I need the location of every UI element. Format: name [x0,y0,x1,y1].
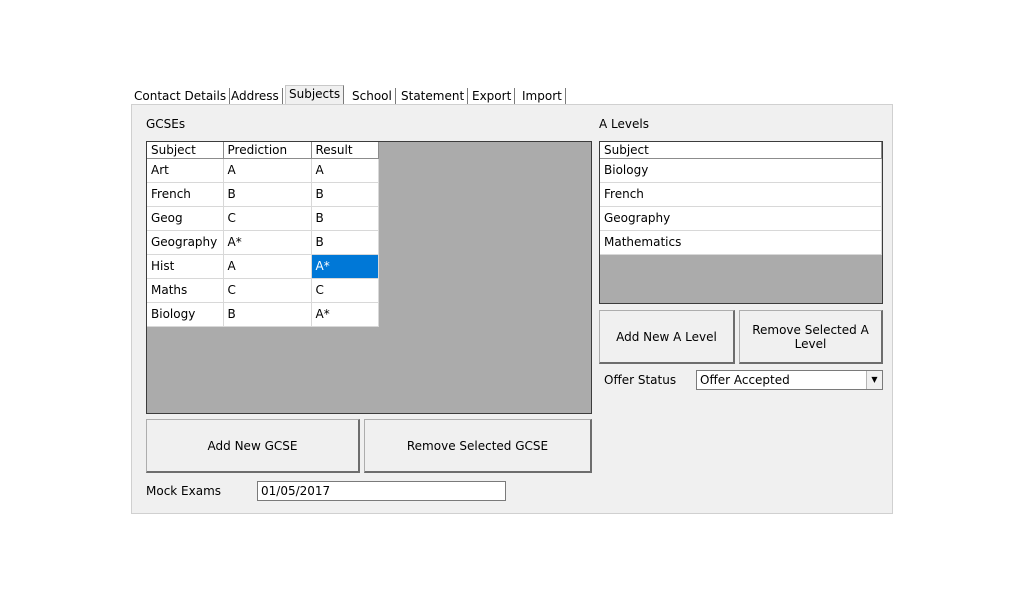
table-row[interactable]: Geography A* B [147,230,379,255]
gcse-cell-prediction[interactable]: C [223,206,312,231]
alevel-grid[interactable]: Subject Biology French Geography Mathema… [599,141,883,304]
table-row[interactable]: French B B [147,182,379,207]
tab-strip: Contact Details Address Subjects School … [131,85,893,105]
table-row[interactable]: Maths C C [147,278,379,303]
table-row[interactable]: Biology [600,158,882,183]
tab-school[interactable]: School [349,88,396,105]
offer-status-value: Offer Accepted [700,373,790,387]
gcse-grid[interactable]: Subject Prediction Result Art A A French… [146,141,592,414]
gcse-section-label: GCSEs [146,117,186,131]
offer-status-select[interactable]: Offer Accepted ▼ [696,370,883,390]
subjects-panel: GCSEs Subject Prediction Result Art A A … [131,104,893,514]
tab-import[interactable]: Import [519,88,566,105]
gcse-cell-prediction[interactable]: B [223,302,312,327]
gcse-col-prediction[interactable]: Prediction [223,142,312,159]
alevel-table: Subject Biology French Geography Mathema… [600,142,882,255]
gcse-cell-prediction[interactable]: A [223,254,312,279]
gcse-cell-subject[interactable]: Biology [147,302,224,327]
chevron-down-icon[interactable]: ▼ [866,371,882,389]
gcse-cell-prediction[interactable]: A* [223,230,312,255]
gcse-cell-result-selected[interactable]: A* [311,254,379,279]
gcse-cell-result[interactable]: A [311,158,379,183]
alevel-cell-subject[interactable]: Geography [600,206,882,231]
add-alevel-button[interactable]: Add New A Level [599,310,735,364]
remove-alevel-button[interactable]: Remove Selected A Level [739,310,883,364]
gcse-cell-result[interactable]: A* [311,302,379,327]
gcse-cell-subject[interactable]: Hist [147,254,224,279]
alevel-cell-subject[interactable]: Mathematics [600,230,882,255]
gcse-cell-result[interactable]: C [311,278,379,303]
tab-subjects[interactable]: Subjects [285,85,345,105]
table-row[interactable]: Biology B A* [147,302,379,327]
offer-status-label: Offer Status [604,373,677,387]
mock-exams-input[interactable]: 01/05/2017 [257,481,506,501]
gcse-cell-result[interactable]: B [311,230,379,255]
gcse-cell-subject[interactable]: Geog [147,206,224,231]
remove-gcse-button[interactable]: Remove Selected GCSE [364,419,592,473]
alevel-section-label: A Levels [599,117,649,131]
gcse-cell-subject[interactable]: Art [147,158,224,183]
gcse-table: Subject Prediction Result Art A A French… [147,142,379,327]
gcse-col-subject[interactable]: Subject [147,142,224,159]
gcse-cell-prediction[interactable]: C [223,278,312,303]
tab-statement[interactable]: Statement [398,88,469,105]
table-row[interactable]: Hist A A* [147,254,379,279]
add-gcse-button[interactable]: Add New GCSE [146,419,360,473]
gcse-cell-result[interactable]: B [311,206,379,231]
table-row[interactable]: French [600,182,882,207]
gcse-cell-subject[interactable]: French [147,182,224,207]
gcse-cell-subject[interactable]: Maths [147,278,224,303]
table-row[interactable]: Mathematics [600,230,882,255]
table-row[interactable]: Geography [600,206,882,231]
alevel-cell-subject[interactable]: Biology [600,158,882,183]
table-row[interactable]: Art A A [147,158,379,183]
tab-export[interactable]: Export [469,88,516,105]
alevel-cell-subject[interactable]: French [600,182,882,207]
tab-contact-details[interactable]: Contact Details [131,88,231,105]
tab-address[interactable]: Address [228,88,283,105]
gcse-cell-result[interactable]: B [311,182,379,207]
alevel-col-subject[interactable]: Subject [600,142,882,159]
gcse-cell-prediction[interactable]: B [223,182,312,207]
gcse-col-result[interactable]: Result [311,142,379,159]
table-row[interactable]: Geog C B [147,206,379,231]
gcse-cell-subject[interactable]: Geography [147,230,224,255]
gcse-cell-prediction[interactable]: A [223,158,312,183]
mock-exams-label: Mock Exams [146,484,222,498]
